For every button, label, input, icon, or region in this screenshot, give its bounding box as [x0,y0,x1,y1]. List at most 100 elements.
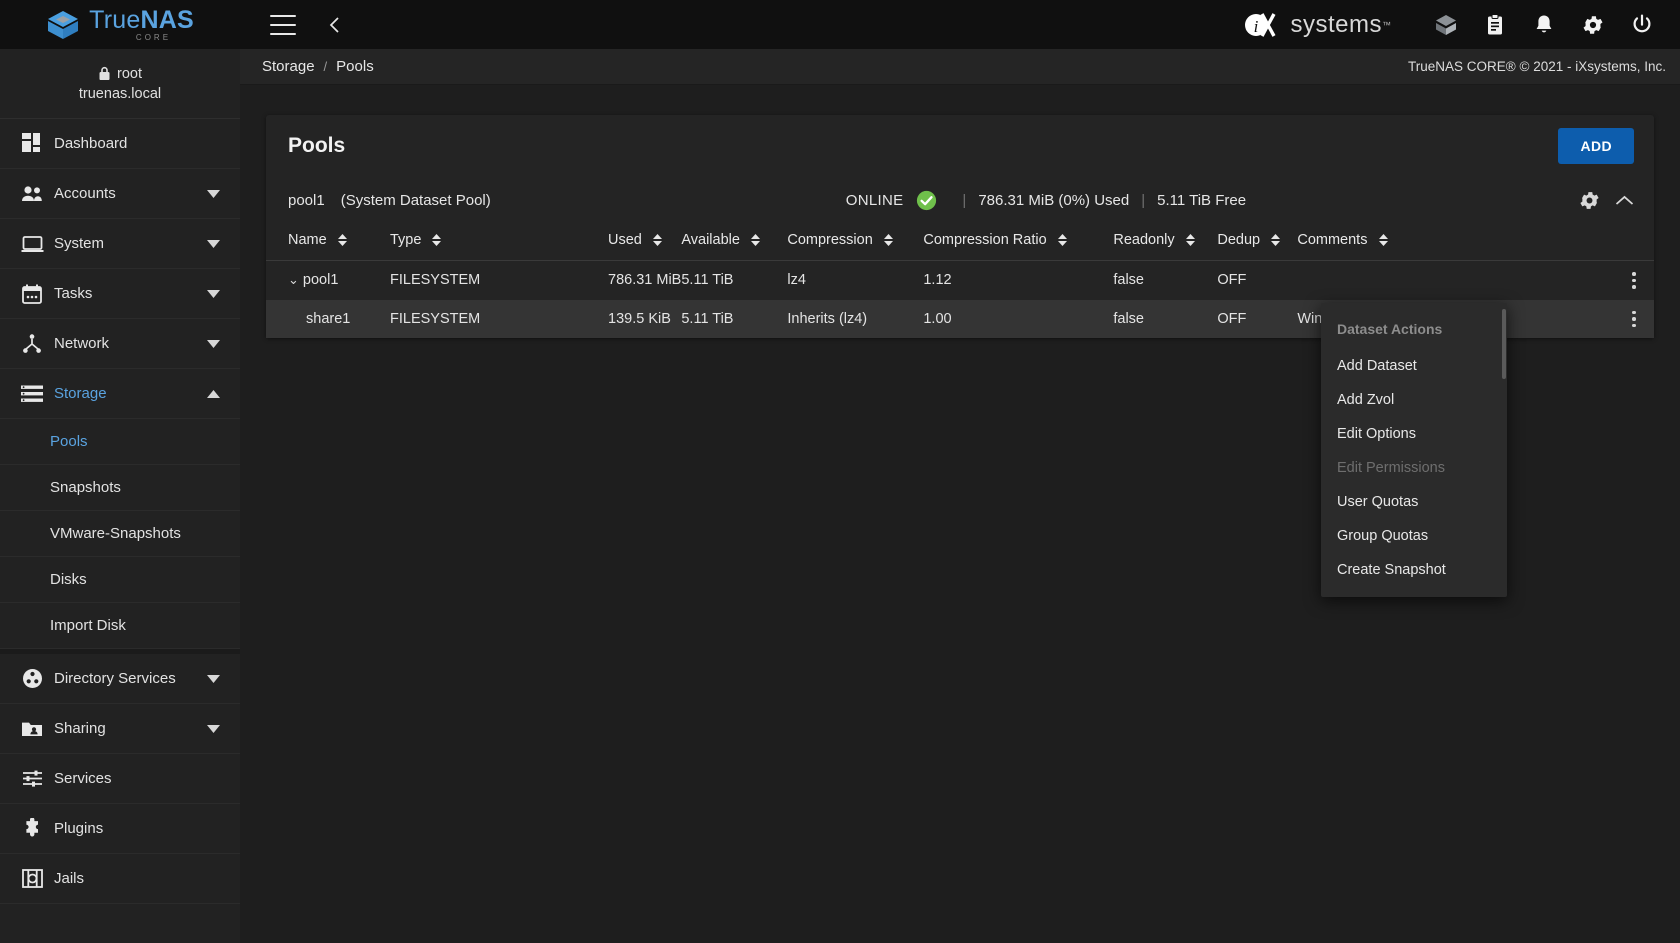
clipboard-icon[interactable] [1470,0,1519,49]
sort-arrows-icon[interactable] [1057,234,1067,246]
menu-item-group-quotas[interactable]: Group Quotas [1321,519,1507,553]
chevron-down-icon[interactable] [204,239,222,248]
ixsystems-mark-icon: i [1245,12,1276,37]
sort-arrows-icon[interactable] [1185,234,1195,246]
sort-arrows-icon[interactable] [1378,234,1388,246]
app-logo-text: TrueNAS CORE [89,5,194,42]
cell-name: ⌄ pool1 [266,261,390,300]
cell-readonly: false [1113,299,1218,338]
column-header-comments[interactable]: Comments [1297,223,1614,261]
sidebar-item-snapshots[interactable]: Snapshots [0,465,240,511]
status-divider: | [1141,191,1146,209]
cell-ratio: 1.00 [923,299,1114,338]
chevron-down-icon[interactable] [204,674,222,683]
sidebar-item-plugins[interactable]: Plugins [0,804,240,854]
column-header-available[interactable]: Available [681,223,788,261]
sidebar-item-label: System [54,235,105,252]
table-row[interactable]: ⌄ pool1 FILESYSTEM 786.31 MiB 5.11 TiB l… [266,261,1654,300]
gear-icon[interactable] [1568,0,1617,49]
chevron-down-icon[interactable] [204,339,222,348]
sort-arrows-icon[interactable] [750,234,760,246]
row-menu-icon[interactable] [1614,310,1654,327]
bell-icon[interactable] [1519,0,1568,49]
sidebar-item-label: Dashboard [54,135,128,152]
sidebar-item-tasks[interactable]: Tasks [0,269,240,319]
breadcrumb: Storage / Pools TrueNAS CORE® © 2021 - i… [240,49,1680,85]
services-icon [10,769,54,788]
accounts-icon [10,185,54,203]
chevron-left-icon[interactable] [323,13,347,37]
cube-icon[interactable] [1421,0,1470,49]
column-label: Dedup [1217,232,1261,248]
cell-name: share1 [266,299,390,338]
menu-scrollbar[interactable] [1502,309,1506,379]
sidebar-item-disks[interactable]: Disks [0,557,240,603]
sort-arrows-icon[interactable] [337,234,347,246]
menu-item-add-zvol[interactable]: Add Zvol [1321,383,1507,417]
sidebar-item-import-disk[interactable]: Import Disk [0,603,240,649]
sidebar-item-label: Accounts [54,185,116,202]
menu-item-edit-options[interactable]: Edit Options [1321,417,1507,451]
sidebar-item-dashboard[interactable]: Dashboard [0,119,240,169]
chevron-down-icon[interactable] [204,189,222,198]
network-icon [10,333,54,354]
power-icon[interactable] [1617,0,1666,49]
chevron-down-icon[interactable] [204,289,222,298]
menu-item-add-dataset[interactable]: Add Dataset [1321,349,1507,383]
menu-item-user-quotas[interactable]: User Quotas [1321,485,1507,519]
column-header-readonly[interactable]: Readonly [1113,223,1218,261]
column-header-compression-ratio[interactable]: Compression Ratio [923,223,1114,261]
sidebar-item-services[interactable]: Services [0,754,240,804]
system-icon [10,235,54,253]
sort-arrows-icon[interactable] [883,234,893,246]
pools-card-header: Pools ADD [266,115,1654,177]
status-badge: ONLINE [845,191,904,209]
gear-icon[interactable] [1578,189,1601,212]
breadcrumb-parent[interactable]: Storage [262,58,315,75]
cell-available: 5.11 TiB [681,272,734,289]
sort-arrows-icon[interactable] [432,234,442,246]
sidebar-item-jails[interactable]: Jails [0,854,240,904]
column-header-compression[interactable]: Compression [787,223,924,261]
expand-chevron-icon[interactable]: ⌄ [288,272,299,288]
add-pool-button[interactable]: ADD [1558,128,1634,164]
ixsystems-word: systems [1290,10,1382,38]
column-header-type[interactable]: Type [390,223,608,261]
column-label: Comments [1297,232,1368,248]
sidebar-item-accounts[interactable]: Accounts [0,169,240,219]
svg-text:i: i [1254,17,1259,36]
dataset-name-label: pool1 [302,272,339,289]
sidebar-subitem-label: Disks [50,571,87,588]
top-bar: TrueNAS CORE i systems ™ [0,0,1680,49]
sort-arrows-icon[interactable] [652,234,662,246]
logo-nas: NAS [140,5,194,34]
sidebar-item-vmware-snapshots[interactable]: VMware-Snapshots [0,511,240,557]
sidebar-item-directory-services[interactable]: Directory Services [0,654,240,704]
cell-readonly: false [1113,272,1144,289]
sidebar-item-network[interactable]: Network [0,319,240,369]
pool-actions [1578,189,1634,212]
sidebar-item-storage[interactable]: Storage [0,369,240,419]
sidebar-item-label: Storage [54,385,107,402]
chevron-up-icon[interactable] [204,389,222,398]
hamburger-icon[interactable] [270,14,296,35]
sidebar-item-pools[interactable]: Pools [0,419,240,465]
column-header-name[interactable]: Name [266,223,390,261]
column-header-used[interactable]: Used [608,223,682,261]
chevron-down-icon[interactable] [204,724,222,733]
cell-dedup: OFF [1217,299,1298,338]
sidebar-item-label: Jails [54,870,85,887]
pool-name-label: pool1 [288,191,325,209]
column-header-dedup[interactable]: Dedup [1217,223,1298,261]
breadcrumb-current: Pools [336,58,374,75]
sidebar-item-sharing[interactable]: Sharing [0,704,240,754]
menu-item-create-snapshot[interactable]: Create Snapshot [1321,553,1507,587]
sidebar-host-label: truenas.local [78,85,162,102]
row-menu-icon[interactable] [1614,272,1654,289]
sort-arrows-icon[interactable] [1271,234,1281,246]
sidebar-item-label: Services [54,770,112,787]
column-label: Compression [787,232,873,248]
sidebar-item-system[interactable]: System [0,219,240,269]
app-logo[interactable]: TrueNAS CORE [0,0,240,49]
chevron-up-icon[interactable] [1615,194,1634,207]
